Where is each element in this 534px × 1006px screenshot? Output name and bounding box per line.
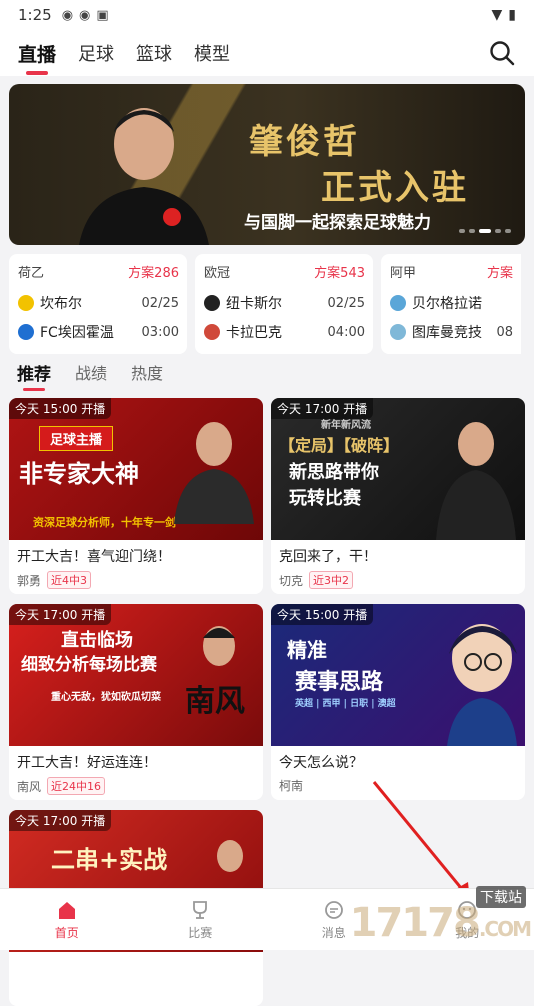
banner-title-line2: 正式入驻 [321,160,469,209]
sync-icon: ◉ [79,8,90,23]
plan-count: 方案543 [314,262,365,281]
team-name: 纽卡斯尔 [226,293,282,313]
league-name: 阿甲 [390,262,416,281]
team-name: 坎布尔 [40,293,82,313]
team-logo-icon [204,295,220,311]
match-time: 08 [496,325,513,340]
tab-basketball[interactable]: 篮球 [136,40,172,66]
coach-photo [69,92,219,245]
stream-card[interactable]: 今天 17:00 开播 新年新风流 【定局】【破阵】 新思路带你 玩转比赛 克回… [271,398,525,594]
trophy-icon [189,899,211,921]
match-date: 02/25 [142,296,179,311]
match-date: 02/25 [328,296,365,311]
stream-card[interactable]: 今天 15:00 开播 精准 赛事思路 英超 | 西甲 | 日职 | 澳超 今天… [271,604,525,800]
plan-count: 方案286 [128,262,179,281]
stream-card[interactable]: 今天 15:00 开播 足球主播 非专家大神 资深足球分析师，十年专一剑 开工大… [9,398,263,594]
match-time: 03:00 [142,325,179,340]
vpn-icon: ◉ [62,8,73,23]
stream-title: 开工大吉！好运连连！ [9,746,263,772]
banner-pagination [459,229,511,233]
tab-football[interactable]: 足球 [78,40,114,66]
status-bar: 1:25 ◉ ◉ ▣ ▼ ▮ [0,0,534,30]
team-name: 贝尔格拉诺 [412,293,482,313]
status-time: 1:25 [18,6,52,24]
match-time: 04:00 [328,325,365,340]
match-card[interactable]: 阿甲 方案 贝尔格拉诺 图库曼竞技 08 [381,254,521,354]
match-list: 荷乙 方案286 坎布尔 02/25 FC埃因霍温 03:00 欧冠 方案543 纽卡斯… [9,254,521,354]
league-name: 欧冠 [204,262,230,281]
stream-card[interactable]: 今天 17:00 开播 直击临场 细致分析每场比赛 重心无敌，犹如砍瓜切菜 南风… [9,604,263,800]
host-name: 郭勇 [17,572,41,589]
nav-home[interactable]: 首页 [0,889,134,950]
team-logo-icon [18,324,34,340]
stream-thumbnail: 今天 17:00 开播 新年新风流 【定局】【破阵】 新思路带你 玩转比赛 [271,398,525,540]
stream-thumbnail: 今天 15:00 开播 精准 赛事思路 英超 | 西甲 | 日职 | 澳超 [271,604,525,746]
record-badge: 近24中16 [47,777,105,795]
tab-model[interactable]: 模型 [194,40,230,66]
host-name: 柯南 [279,777,303,794]
host-photo [205,830,255,890]
match-card[interactable]: 荷乙 方案286 坎布尔 02/25 FC埃因霍温 03:00 [9,254,187,354]
start-time-tag: 今天 17:00 开播 [9,604,111,625]
battery-icon: ▮ [508,7,516,23]
character-illustration [437,614,523,746]
team-logo-icon [390,324,406,340]
record-badge: 近4中3 [47,571,91,589]
stream-title: 今天怎么说？ [271,746,525,772]
match-card[interactable]: 欧冠 方案543 纽卡斯尔 02/25 卡拉巴克 04:00 [195,254,373,354]
start-time-tag: 今天 15:00 开播 [271,604,373,625]
team-name: 图库曼竞技 [412,322,482,342]
search-icon[interactable] [488,39,516,67]
record-badge: 近3中2 [309,571,353,589]
banner-title-line1: 肇俊哲 [249,114,360,163]
nav-match[interactable]: 比赛 [134,889,268,950]
wifi-icon: ▼ [492,7,503,23]
tab-popularity[interactable]: 热度 [131,360,163,385]
stream-title: 开工大吉！喜气迎门绕！ [9,540,263,566]
stream-title: 克回来了，干！ [271,540,525,566]
tab-record[interactable]: 战绩 [75,360,107,385]
team-logo-icon [18,295,34,311]
league-name: 荷乙 [18,262,44,281]
promo-banner[interactable]: 肇俊哲 正式入驻 与国脚一起探索足球魅力 [9,84,525,245]
team-logo-icon [390,295,406,311]
stream-thumbnail: 今天 17:00 开播 直击临场 细致分析每场比赛 重心无敌，犹如砍瓜切菜 南风 [9,604,263,746]
team-name: FC埃因霍温 [40,322,114,342]
stream-thumbnail: 今天 15:00 开播 足球主播 非专家大神 资深足球分析师，十年专一剑 [9,398,263,540]
tab-live[interactable]: 直播 [18,40,56,67]
plan-count: 方案 [487,262,513,281]
host-name: 切克 [279,572,303,589]
top-tabs: 直播 足球 篮球 模型 [0,30,534,76]
tab-recommend[interactable]: 推荐 [17,360,51,385]
team-logo-icon [204,324,220,340]
start-time-tag: 今天 17:00 开播 [9,810,111,831]
team-name: 卡拉巴克 [226,322,282,342]
font-icon: ▣ [96,8,108,23]
site-watermark: 17178.COM [350,900,530,946]
host-photo [169,414,259,524]
banner-subtitle: 与国脚一起探索足球魅力 [244,208,431,233]
host-photo [431,412,521,540]
start-time-tag: 今天 15:00 开播 [9,398,111,419]
content-tabs: 推荐 战绩 热度 [17,360,163,385]
host-photo [179,612,259,682]
message-icon [323,899,345,921]
host-name: 南风 [17,778,41,795]
home-icon [56,899,78,921]
